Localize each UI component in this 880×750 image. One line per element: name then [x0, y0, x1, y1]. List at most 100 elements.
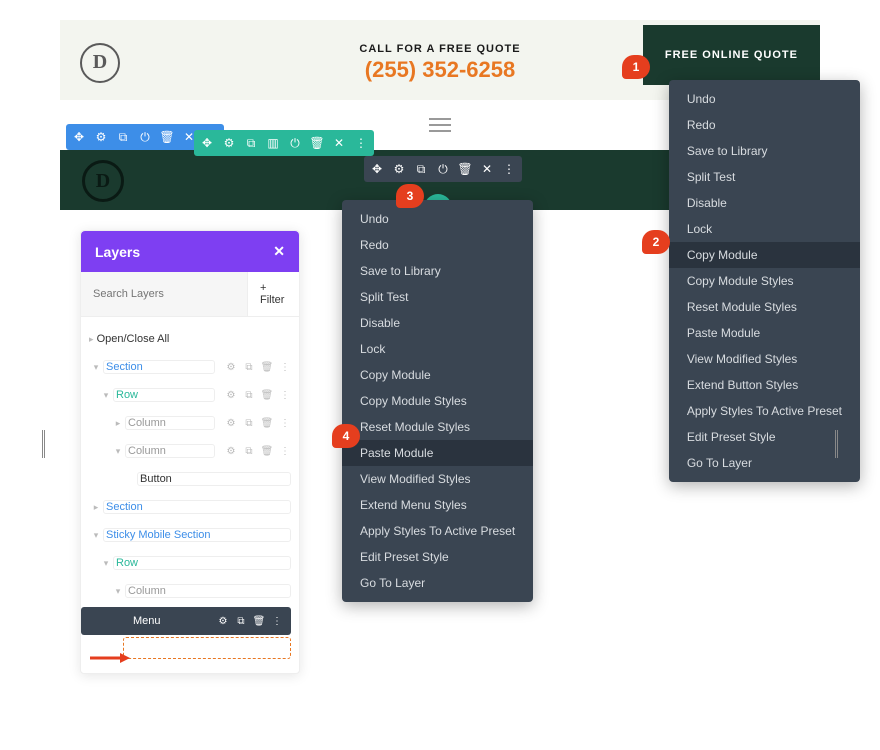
gear-icon[interactable]: ⚙ [215, 613, 231, 629]
layer-row[interactable]: ▾ Row [81, 549, 299, 577]
trash-icon[interactable]: 🗑 [306, 130, 328, 156]
ctx-item-copy-module-styles[interactable]: Copy Module Styles [342, 388, 533, 414]
free-quote-button[interactable]: FREE ONLINE QUOTE [643, 25, 820, 85]
trash-icon[interactable]: 🗑 [454, 156, 476, 182]
layer-section[interactable]: ▸ Section [81, 493, 299, 521]
more-icon[interactable]: ⋮ [277, 387, 293, 403]
margin-mark-left [42, 430, 45, 458]
layer-module-menu[interactable]: Menu ⚙⧉🗑⋮ [81, 607, 291, 635]
chevron-down-icon[interactable]: ▾ [111, 586, 125, 597]
close-icon[interactable]: ✕ [273, 243, 285, 260]
more-icon[interactable]: ⋮ [350, 130, 372, 156]
columns-icon[interactable]: ▥ [262, 130, 284, 156]
hamburger-icon[interactable] [429, 118, 451, 132]
ctx-item-paste-module[interactable]: Paste Module [342, 440, 533, 466]
ctx-item-edit-preset[interactable]: Edit Preset Style [342, 544, 533, 570]
duplicate-icon[interactable]: ⧉ [410, 156, 432, 182]
ctx-item-lock[interactable]: Lock [669, 216, 860, 242]
ctx-item-copy-module-styles[interactable]: Copy Module Styles [669, 268, 860, 294]
chevron-down-icon[interactable]: ▾ [111, 446, 125, 457]
power-icon[interactable]: ⏻ [284, 130, 306, 156]
gear-icon[interactable]: ⚙ [223, 359, 239, 375]
ctx-item-copy-module[interactable]: Copy Module [342, 362, 533, 388]
layer-module-button[interactable]: Button [81, 465, 299, 493]
ctx-item-apply-preset[interactable]: Apply Styles To Active Preset [669, 398, 860, 424]
row-toolbar-teal[interactable]: ✥ ⚙ ⧉ ▥ ⏻ 🗑 ✕ ⋮ [194, 130, 374, 156]
duplicate-icon[interactable]: ⧉ [241, 359, 257, 375]
ctx-item-extend-button-styles[interactable]: Extend Button Styles [669, 372, 860, 398]
more-icon[interactable]: ⋮ [277, 359, 293, 375]
quote-phone: (255) 352-6258 [359, 57, 520, 83]
more-icon[interactable]: ⋮ [277, 443, 293, 459]
ctx-item-reset-module-styles[interactable]: Reset Module Styles [342, 414, 533, 440]
duplicate-icon[interactable]: ⧉ [241, 415, 257, 431]
layer-section[interactable]: ▾ Section ⚙⧉🗑⋮ [81, 353, 299, 381]
search-input[interactable] [81, 272, 247, 316]
ctx-item-reset-module-styles[interactable]: Reset Module Styles [669, 294, 860, 320]
ctx-item-split-test[interactable]: Split Test [342, 284, 533, 310]
chevron-down-icon[interactable]: ▾ [89, 530, 103, 541]
gear-icon[interactable]: ⚙ [388, 156, 410, 182]
chevron-down-icon[interactable]: ▾ [99, 558, 113, 569]
filter-button[interactable]: + Filter [247, 272, 299, 316]
trash-icon[interactable]: 🗑 [259, 443, 275, 459]
move-icon[interactable]: ✥ [366, 156, 388, 182]
duplicate-icon[interactable]: ⧉ [112, 124, 134, 150]
ctx-item-undo[interactable]: Undo [669, 86, 860, 112]
duplicate-icon[interactable]: ⧉ [241, 443, 257, 459]
close-icon[interactable]: ✕ [328, 130, 350, 156]
chevron-down-icon[interactable]: ▾ [99, 390, 113, 401]
chevron-down-icon[interactable]: ▾ [89, 362, 103, 373]
duplicate-icon[interactable]: ⧉ [233, 613, 249, 629]
drop-zone[interactable] [123, 637, 291, 659]
chevron-right-icon[interactable]: ▸ [111, 418, 125, 429]
move-icon[interactable]: ✥ [196, 130, 218, 156]
gear-icon[interactable]: ⚙ [223, 415, 239, 431]
close-icon[interactable]: ✕ [476, 156, 498, 182]
ctx-item-apply-preset[interactable]: Apply Styles To Active Preset [342, 518, 533, 544]
gear-icon[interactable]: ⚙ [90, 124, 112, 150]
ctx-item-redo[interactable]: Redo [669, 112, 860, 138]
ctx-item-view-modified-styles[interactable]: View Modified Styles [342, 466, 533, 492]
layer-column[interactable]: ▾ Column [81, 577, 299, 605]
trash-icon[interactable]: 🗑 [259, 359, 275, 375]
ctx-item-disable[interactable]: Disable [342, 310, 533, 336]
ctx-item-go-to-layer[interactable]: Go To Layer [342, 570, 533, 596]
power-icon[interactable]: ⏻ [134, 124, 156, 150]
trash-icon[interactable]: 🗑 [259, 415, 275, 431]
ctx-item-redo[interactable]: Redo [342, 232, 533, 258]
ctx-item-lock[interactable]: Lock [342, 336, 533, 362]
arrow-icon [90, 650, 130, 658]
duplicate-icon[interactable]: ⧉ [240, 130, 262, 156]
module-toolbar-gray[interactable]: ✥ ⚙ ⧉ ⏻ 🗑 ✕ ⋮ [364, 156, 522, 182]
ctx-item-extend-menu-styles[interactable]: Extend Menu Styles [342, 492, 533, 518]
trash-icon[interactable]: 🗑 [156, 124, 178, 150]
ctx-item-edit-preset[interactable]: Edit Preset Style [669, 424, 860, 450]
layer-column[interactable]: ▾ Column ⚙⧉🗑⋮ [81, 437, 299, 465]
power-icon[interactable]: ⏻ [432, 156, 454, 182]
ctx-item-disable[interactable]: Disable [669, 190, 860, 216]
layer-sticky-section[interactable]: ▾ Sticky Mobile Section [81, 521, 299, 549]
ctx-item-copy-module[interactable]: Copy Module [669, 242, 860, 268]
gear-icon[interactable]: ⚙ [223, 443, 239, 459]
ctx-item-view-modified-styles[interactable]: View Modified Styles [669, 346, 860, 372]
layer-row[interactable]: ▾ Row ⚙⧉🗑⋮ [81, 381, 299, 409]
more-icon[interactable]: ⋮ [269, 613, 285, 629]
ctx-item-split-test[interactable]: Split Test [669, 164, 860, 190]
open-close-all[interactable]: ▸ Open/Close All [81, 325, 299, 353]
ctx-item-save-library[interactable]: Save to Library [342, 258, 533, 284]
layer-column[interactable]: ▸ Column ⚙⧉🗑⋮ [81, 409, 299, 437]
trash-icon[interactable]: 🗑 [259, 387, 275, 403]
ctx-item-go-to-layer[interactable]: Go To Layer [669, 450, 860, 476]
move-icon[interactable]: ✥ [68, 124, 90, 150]
ctx-item-paste-module[interactable]: Paste Module [669, 320, 860, 346]
chevron-right-icon[interactable]: ▸ [89, 502, 103, 513]
more-icon[interactable]: ⋮ [277, 415, 293, 431]
gear-icon[interactable]: ⚙ [218, 130, 240, 156]
trash-icon[interactable]: 🗑 [251, 613, 267, 629]
ctx-item-undo[interactable]: Undo [342, 206, 533, 232]
gear-icon[interactable]: ⚙ [223, 387, 239, 403]
more-icon[interactable]: ⋮ [498, 156, 520, 182]
ctx-item-save-library[interactable]: Save to Library [669, 138, 860, 164]
duplicate-icon[interactable]: ⧉ [241, 387, 257, 403]
